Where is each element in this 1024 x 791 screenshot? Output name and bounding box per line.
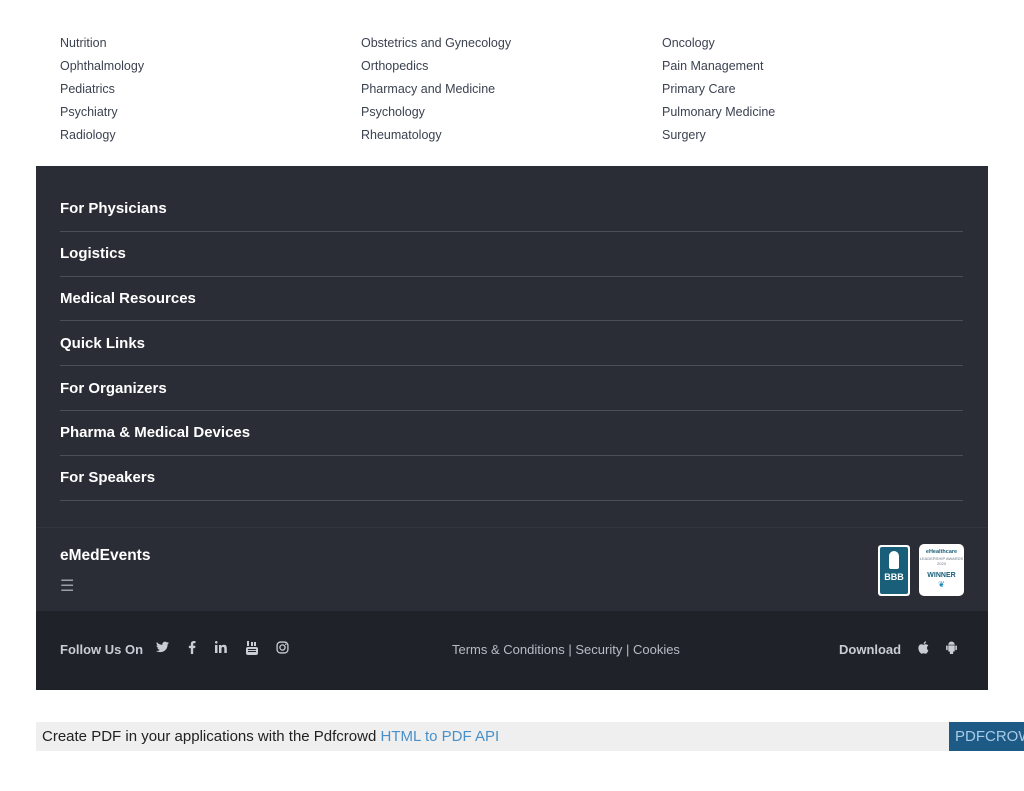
cookies-link[interactable]: Cookies [633,642,680,657]
specialties-row: Ophthalmology Orthopedics Pain Managemen… [60,54,980,77]
bottom-bar: Follow Us On Terms & Conditions | Securi… [36,611,988,690]
specialty-link[interactable]: Psychology [361,105,662,119]
specialty-link[interactable]: Ophthalmology [60,59,361,73]
menu-item-for-physicians[interactable]: For Physicians [60,187,963,232]
facebook-icon[interactable] [188,641,196,657]
pdfcrowd-message: Create PDF in your applications with the… [42,728,381,745]
specialties-row: Radiology Rheumatology Surgery [60,123,980,146]
linkedin-icon[interactable] [214,641,227,656]
specialty-link[interactable]: Obstetrics and Gynecology [361,36,662,50]
specialties-row: Psychiatry Psychology Pulmonary Medicine [60,100,980,123]
instagram-icon[interactable] [276,641,289,657]
apple-icon[interactable] [918,641,929,657]
specialty-link[interactable]: Oncology [662,36,962,50]
youtube-icon[interactable] [246,641,258,658]
specialty-link[interactable]: Rheumatology [361,128,662,142]
award-winner: WINNER [927,572,956,579]
specialty-link[interactable]: Pulmonary Medicine [662,105,962,119]
hamburger-menu-icon[interactable]: ☰ [60,576,74,596]
pdfcrowd-logo[interactable]: PDFCROWD [949,722,1024,751]
menu-item-for-organizers[interactable]: For Organizers [60,366,963,411]
bbb-torch-icon [889,551,899,569]
specialty-link[interactable]: Surgery [662,128,962,142]
html-to-pdf-api-link[interactable]: HTML to PDF API [381,728,500,745]
twitter-icon[interactable] [156,641,169,656]
security-link[interactable]: Security [575,642,622,657]
bbb-badge-label: BBB [884,572,904,582]
specialty-link[interactable]: Pharmacy and Medicine [361,82,662,96]
specialty-link[interactable]: Orthopedics [361,59,662,73]
menu-item-logistics[interactable]: Logistics [60,232,963,277]
menu-item-medical-resources[interactable]: Medical Resources [60,277,963,322]
legal-separator: | [625,642,630,657]
award-subtitle: LEADERSHIP AWARDS 2020 [919,556,964,566]
specialty-link[interactable]: Radiology [60,128,361,142]
menu-item-for-speakers[interactable]: For Speakers [60,456,963,501]
specialties-grid: Nutrition Obstetrics and Gynecology Onco… [60,31,980,146]
brand-bar: eMedEvents ☰ BBB eHealthcare LEADERSHIP … [36,527,988,611]
pdfcrowd-banner: Create PDF in your applications with the… [36,722,1024,751]
specialties-row: Pediatrics Pharmacy and Medicine Primary… [60,77,980,100]
pdfcrowd-banner-text: Create PDF in your applications with the… [42,728,499,745]
menu-item-quick-links[interactable]: Quick Links [60,321,963,367]
laurel-icon: ❦ [938,580,945,589]
specialty-link[interactable]: Psychiatry [60,105,361,119]
footer-menu-list: For Physicians Logistics Medical Resourc… [60,187,963,501]
legal-separator: | [568,642,572,657]
award-title: eHealthcare [925,549,958,555]
specialty-link[interactable]: Pediatrics [60,82,361,96]
android-icon[interactable] [946,641,957,657]
footer-menu: For Physicians Logistics Medical Resourc… [36,166,988,527]
ehealthcare-award-badge[interactable]: eHealthcare LEADERSHIP AWARDS 2020 WINNE… [919,544,964,596]
follow-us-label: Follow Us On [60,642,144,657]
download-label: Download [839,642,902,657]
specialty-link[interactable]: Primary Care [662,82,962,96]
specialties-row: Nutrition Obstetrics and Gynecology Onco… [60,31,980,54]
brand-logo-text[interactable]: eMedEvents [60,547,150,565]
terms-link[interactable]: Terms & Conditions [452,642,565,657]
specialty-link[interactable]: Nutrition [60,36,361,50]
specialty-link[interactable]: Pain Management [662,59,962,73]
legal-links: Terms & Conditions | Security | Cookies [452,642,680,657]
menu-item-pharma-medical-devices[interactable]: Pharma & Medical Devices [60,411,963,456]
bbb-accredited-badge[interactable]: BBB [878,545,910,596]
